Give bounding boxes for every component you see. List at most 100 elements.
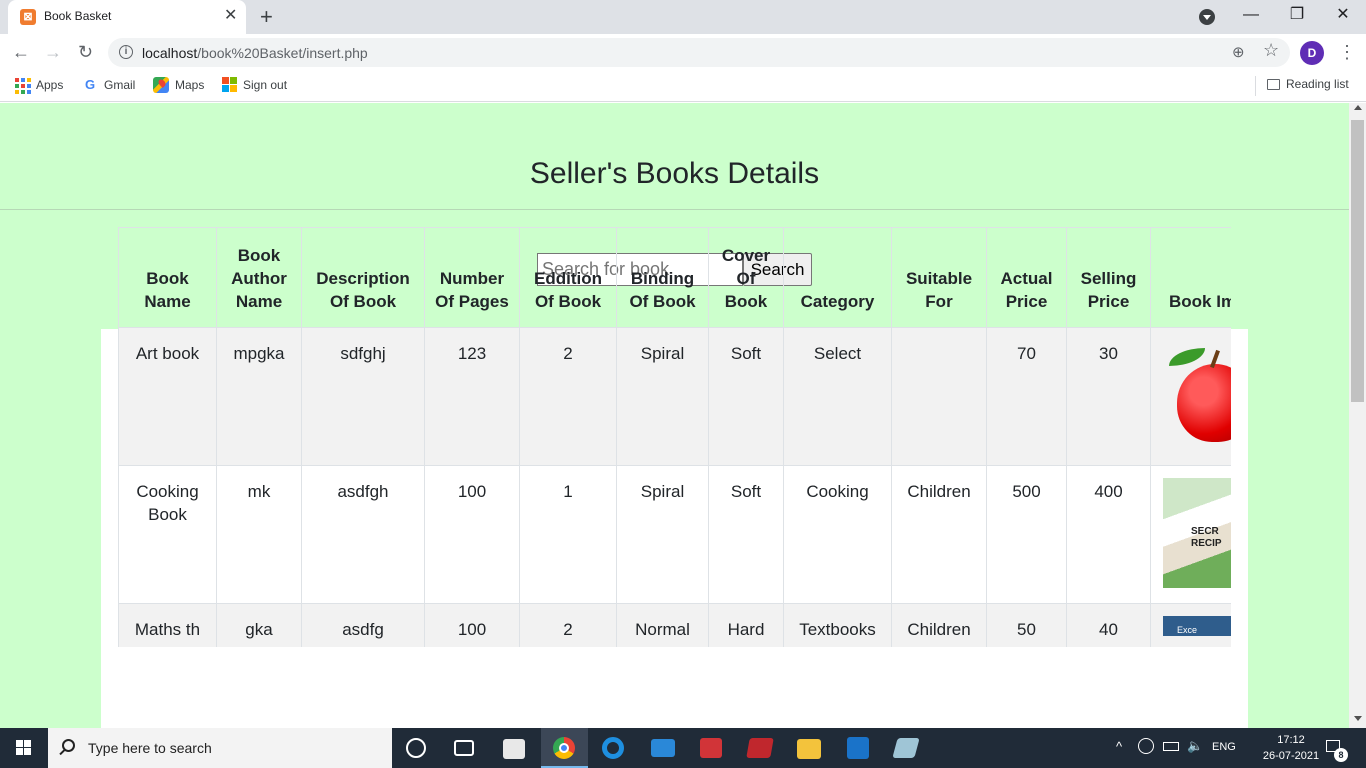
forward-arrow-icon[interactable]: →: [44, 40, 62, 64]
cell-description: asdfgh: [301, 465, 425, 604]
reload-icon[interactable]: ↻: [78, 40, 93, 64]
cell-author: gka: [216, 603, 302, 647]
cell-pages: 100: [424, 603, 520, 647]
table-header-row: Book Name Book Author Name Description O…: [118, 227, 1231, 328]
books-table-container[interactable]: Book Name Book Author Name Description O…: [118, 227, 1231, 647]
cover-text: RECIP: [1191, 538, 1222, 549]
bookmark-label: Sign out: [243, 77, 288, 92]
header-category: Category: [783, 227, 892, 328]
mail-icon[interactable]: [651, 739, 675, 757]
header-selling-price: Selling Price: [1066, 227, 1151, 328]
network-icon[interactable]: [1138, 738, 1154, 754]
title-divider: [0, 209, 1349, 210]
bookmark-star-icon[interactable]: ☆: [1263, 40, 1279, 61]
close-tab-icon[interactable]: ✕: [224, 7, 237, 25]
table-row: Art book mpgka sdfghj 123 2 Spiral Soft …: [118, 327, 1231, 466]
bookmark-sign-out[interactable]: Sign out: [222, 77, 287, 92]
cell-actual-price: 70: [986, 327, 1067, 466]
cell-book-name: Cooking Book: [118, 465, 217, 604]
cell-selling-price: 40: [1066, 603, 1151, 647]
tray-chevron-icon[interactable]: ^: [1116, 739, 1122, 754]
windows-taskbar: Type here to search ^ 🔈 ENG 17:12 26-07-…: [0, 728, 1366, 768]
wps-writer-icon[interactable]: [847, 737, 869, 759]
language-indicator[interactable]: ENG: [1212, 741, 1236, 753]
apple-image: [1169, 344, 1231, 444]
cell-binding: Spiral: [616, 327, 709, 466]
tab-search-icon[interactable]: [1199, 9, 1215, 25]
new-tab-icon[interactable]: +: [260, 4, 273, 30]
office-icon[interactable]: [700, 738, 722, 758]
file-explorer-icon[interactable]: [797, 739, 821, 759]
reading-list-button[interactable]: Reading list: [1267, 77, 1349, 91]
microsoft-icon: [222, 77, 237, 92]
notepad-icon[interactable]: [892, 738, 920, 758]
back-arrow-icon[interactable]: ←: [12, 40, 30, 64]
volume-icon[interactable]: 🔈: [1187, 738, 1203, 754]
menu-dots-icon[interactable]: ⋮: [1338, 40, 1356, 64]
cell-description: sdfghj: [301, 327, 425, 466]
cortana-icon[interactable]: [406, 738, 426, 758]
ruby-icon[interactable]: [746, 738, 774, 758]
task-view-icon[interactable]: [454, 740, 474, 756]
start-button[interactable]: [0, 728, 48, 768]
scrollbar-thumb[interactable]: [1351, 120, 1364, 402]
taskbar-clock[interactable]: 17:12 26-07-2021: [1262, 732, 1320, 764]
minimize-button[interactable]: —: [1228, 4, 1274, 26]
google-icon: G: [84, 77, 96, 92]
cell-actual-price: 500: [986, 465, 1067, 604]
url-text: localhost/book%20Basket/insert.php: [142, 45, 368, 61]
header-description: Description Of Book: [301, 227, 425, 328]
scroll-up-arrow-icon[interactable]: [1354, 105, 1362, 110]
bookmark-gmail[interactable]: G Gmail: [82, 77, 135, 92]
cell-book-name: Maths th: [118, 603, 217, 647]
cell-cover: Hard: [708, 603, 784, 647]
taskbar-search[interactable]: Type here to search: [48, 728, 392, 768]
bookmark-label: Gmail: [104, 77, 136, 92]
xampp-icon: ⊠: [20, 9, 36, 25]
zoom-icon[interactable]: ⊕: [1232, 43, 1245, 61]
chrome-icon: [553, 737, 575, 759]
close-window-button[interactable]: ✕: [1320, 4, 1366, 26]
bookmark-maps[interactable]: Maps: [153, 77, 204, 93]
cell-category: Cooking: [783, 465, 892, 604]
address-bar[interactable]: i localhost/book%20Basket/insert.php: [108, 38, 1290, 67]
restore-button[interactable]: ❐: [1274, 4, 1320, 26]
cell-category: Textbooks: [783, 603, 892, 647]
clock-time: 17:12: [1277, 734, 1305, 746]
maps-icon: [153, 77, 169, 93]
bookmark-apps[interactable]: Apps: [14, 77, 64, 94]
cell-suitable-for: Children: [891, 603, 987, 647]
cell-book-image: [1150, 327, 1231, 466]
cell-suitable-for: [891, 327, 987, 466]
cell-cover: Soft: [708, 327, 784, 466]
edge-icon[interactable]: [602, 737, 624, 759]
bookmark-label: Apps: [36, 78, 64, 92]
header-book-image: Book Image: [1150, 227, 1231, 328]
header-suitable-for: Suitable For: [891, 227, 987, 328]
cell-author: mk: [216, 465, 302, 604]
books-table: Book Name Book Author Name Description O…: [118, 227, 1231, 647]
windows-logo-icon: [16, 740, 31, 755]
store-icon[interactable]: [503, 739, 525, 759]
cell-edition: 1: [519, 465, 617, 604]
bookmark-label: Maps: [175, 78, 205, 92]
cell-author: mpgka: [216, 327, 302, 466]
cell-edition: 2: [519, 327, 617, 466]
browser-toolbar: ← → ↻ i localhost/book%20Basket/insert.p…: [0, 34, 1366, 70]
scroll-down-arrow-icon[interactable]: [1354, 716, 1362, 721]
cell-binding: Spiral: [616, 465, 709, 604]
header-pages: Number Of Pages: [424, 227, 520, 328]
profile-avatar[interactable]: D: [1300, 41, 1324, 65]
cell-category: Select: [783, 327, 892, 466]
clock-date: 26-07-2021: [1262, 750, 1320, 762]
site-info-icon[interactable]: i: [119, 45, 133, 59]
bookmarks-divider: [1255, 76, 1256, 96]
browser-tab[interactable]: ⊠ Book Basket ✕: [8, 0, 246, 34]
cell-selling-price: 400: [1066, 465, 1151, 604]
excel-book-cover: Exce: [1163, 616, 1231, 636]
header-author-name: Book Author Name: [216, 227, 302, 328]
battery-icon[interactable]: [1163, 742, 1179, 751]
cell-selling-price: 30: [1066, 327, 1151, 466]
browser-tab-strip: ⊠ Book Basket ✕ + — ❐ ✕: [0, 0, 1366, 34]
cell-edition: 2: [519, 603, 617, 647]
